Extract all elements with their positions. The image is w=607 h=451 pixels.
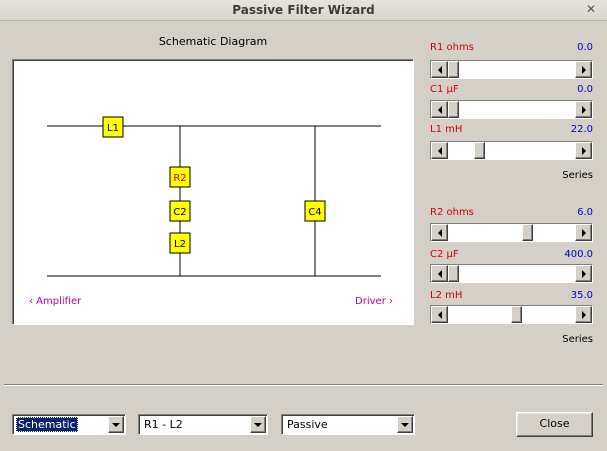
arrow-right-icon <box>581 105 586 114</box>
type-select-dropdown-button[interactable] <box>397 416 413 433</box>
view-select[interactable]: Schematic <box>12 414 126 435</box>
view-select-dropdown-button[interactable] <box>108 416 124 433</box>
component-C2-label: C2 <box>173 207 186 218</box>
scroll-left-button[interactable] <box>431 306 448 323</box>
series-label-1: Series <box>562 170 593 181</box>
component-L2-label: L2 <box>174 239 186 250</box>
slider-L2-value: 35.0 <box>570 290 593 301</box>
slider-R2-value: 6.0 <box>577 207 593 218</box>
slider-L2-scrollbar[interactable] <box>430 305 593 324</box>
slider-R1-value: 0.0 <box>577 42 593 53</box>
arrow-right-icon <box>581 310 586 319</box>
slider-R1-thumb[interactable] <box>448 61 459 78</box>
arrow-right-icon <box>581 269 586 278</box>
component-R2-label: R2 <box>173 173 186 184</box>
scroll-left-button[interactable] <box>431 224 448 241</box>
slider-R2-label: R2 ohms <box>430 207 474 218</box>
scroll-right-button[interactable] <box>575 101 592 118</box>
component-L1[interactable]: L1 <box>102 116 124 138</box>
slider-L1-scrollbar[interactable] <box>430 141 593 160</box>
type-select-value: Passive <box>287 418 328 431</box>
amplifier-link[interactable]: ‹ Amplifier <box>29 296 81 307</box>
scroll-right-button[interactable] <box>575 142 592 159</box>
component-L1-label: L1 <box>107 123 119 134</box>
slider-C2-scrollbar[interactable] <box>430 264 593 283</box>
scroll-left-button[interactable] <box>431 265 448 282</box>
slider-L2-thumb[interactable] <box>510 306 522 323</box>
scroll-left-button[interactable] <box>431 142 448 159</box>
slider-R2-scrollbar[interactable] <box>430 223 593 242</box>
slider-L1-thumb[interactable] <box>473 142 485 159</box>
arrow-right-icon <box>581 228 586 237</box>
scroll-right-button[interactable] <box>575 306 592 323</box>
schematic-svg: L1 R2 C2 L2 C4 <box>47 116 381 277</box>
arrow-left-icon <box>437 105 442 114</box>
slider-C1-label: C1 µF <box>430 84 459 95</box>
title-bar: Passive Filter Wizard ✕ <box>0 0 607 21</box>
close-button[interactable]: Close <box>516 412 593 437</box>
arrow-right-icon <box>581 146 586 155</box>
slider-C2-thumb[interactable] <box>448 265 459 282</box>
scroll-left-button[interactable] <box>431 61 448 78</box>
slider-C2-value: 400.0 <box>564 249 593 260</box>
slider-group-2: R2 ohms 6.0 C2 µF 400.0 L2 mH 35.0 <box>430 207 593 337</box>
component-R2[interactable]: R2 <box>169 166 191 188</box>
arrow-right-icon <box>581 65 586 74</box>
window-title: Passive Filter Wizard <box>232 3 375 17</box>
section-select-dropdown-button[interactable] <box>250 416 266 433</box>
chevron-down-icon <box>401 422 409 427</box>
component-C2[interactable]: C2 <box>169 200 191 222</box>
arrow-left-icon <box>437 65 442 74</box>
arrow-left-icon <box>437 310 442 319</box>
arrow-left-icon <box>437 146 442 155</box>
section-select[interactable]: R1 - L2 <box>138 414 268 435</box>
slider-C1-value: 0.0 <box>577 84 593 95</box>
slider-L2-label: L2 mH <box>430 290 463 301</box>
slider-L1-label: L1 mH <box>430 124 463 135</box>
slider-R1-scrollbar[interactable] <box>430 60 593 79</box>
schematic-panel: L1 R2 C2 L2 C4 ‹ Amplifier Driver › <box>12 59 414 325</box>
type-select[interactable]: Passive <box>281 414 415 435</box>
window-close-icon[interactable]: ✕ <box>586 2 596 16</box>
driver-link[interactable]: Driver › <box>355 296 393 307</box>
separator <box>4 384 603 386</box>
slider-R1-label: R1 ohms <box>430 42 474 53</box>
scroll-right-button[interactable] <box>575 265 592 282</box>
slider-C1-scrollbar[interactable] <box>430 100 593 119</box>
slider-C2-label: C2 µF <box>430 249 459 260</box>
section-select-value: R1 - L2 <box>144 418 183 431</box>
component-L2[interactable]: L2 <box>169 232 191 254</box>
slider-L1-value: 22.0 <box>570 124 593 135</box>
arrow-left-icon <box>437 228 442 237</box>
diagram-title: Schematic Diagram <box>158 35 268 48</box>
arrow-left-icon <box>437 269 442 278</box>
slider-C1-thumb[interactable] <box>448 101 459 118</box>
component-C4[interactable]: C4 <box>304 200 326 222</box>
scroll-right-button[interactable] <box>575 224 592 241</box>
component-C4-label: C4 <box>308 207 321 218</box>
chevron-down-icon <box>112 422 120 427</box>
chevron-down-icon <box>254 422 262 427</box>
view-select-value: Schematic <box>16 417 78 432</box>
scroll-right-button[interactable] <box>575 61 592 78</box>
scroll-left-button[interactable] <box>431 101 448 118</box>
slider-R2-thumb[interactable] <box>522 224 534 241</box>
series-label-2: Series <box>562 334 593 345</box>
slider-group-1: R1 ohms 0.0 C1 µF 0.0 L1 mH 22.0 <box>430 42 593 182</box>
